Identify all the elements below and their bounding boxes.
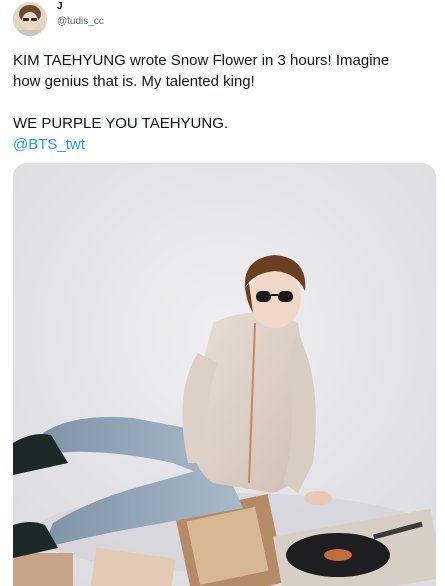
- avatar-image: [13, 2, 47, 36]
- tweet-text-line: WE PURPLE YOU TAEHYUNG.: [13, 115, 229, 132]
- tweet-text-line: KIM TAEHYUNG wrote Snow Flower in 3 hour…: [13, 52, 390, 69]
- display-name[interactable]: J: [57, 1, 63, 12]
- tweet-text-line: how genius that is. My talented king!: [13, 73, 255, 90]
- tweet[interactable]: J @tudis_cc KIM TAEHYUNG wrote Snow Flow…: [0, 0, 445, 586]
- avatar[interactable]: [13, 2, 47, 36]
- photo-image: [13, 163, 436, 586]
- mention-link[interactable]: @BTS_twt: [13, 134, 438, 155]
- tweet-photo[interactable]: [13, 163, 436, 586]
- user-handle[interactable]: @tudis_cc: [57, 16, 104, 27]
- tweet-text: KIM TAEHYUNG wrote Snow Flower in 3 hour…: [13, 50, 438, 155]
